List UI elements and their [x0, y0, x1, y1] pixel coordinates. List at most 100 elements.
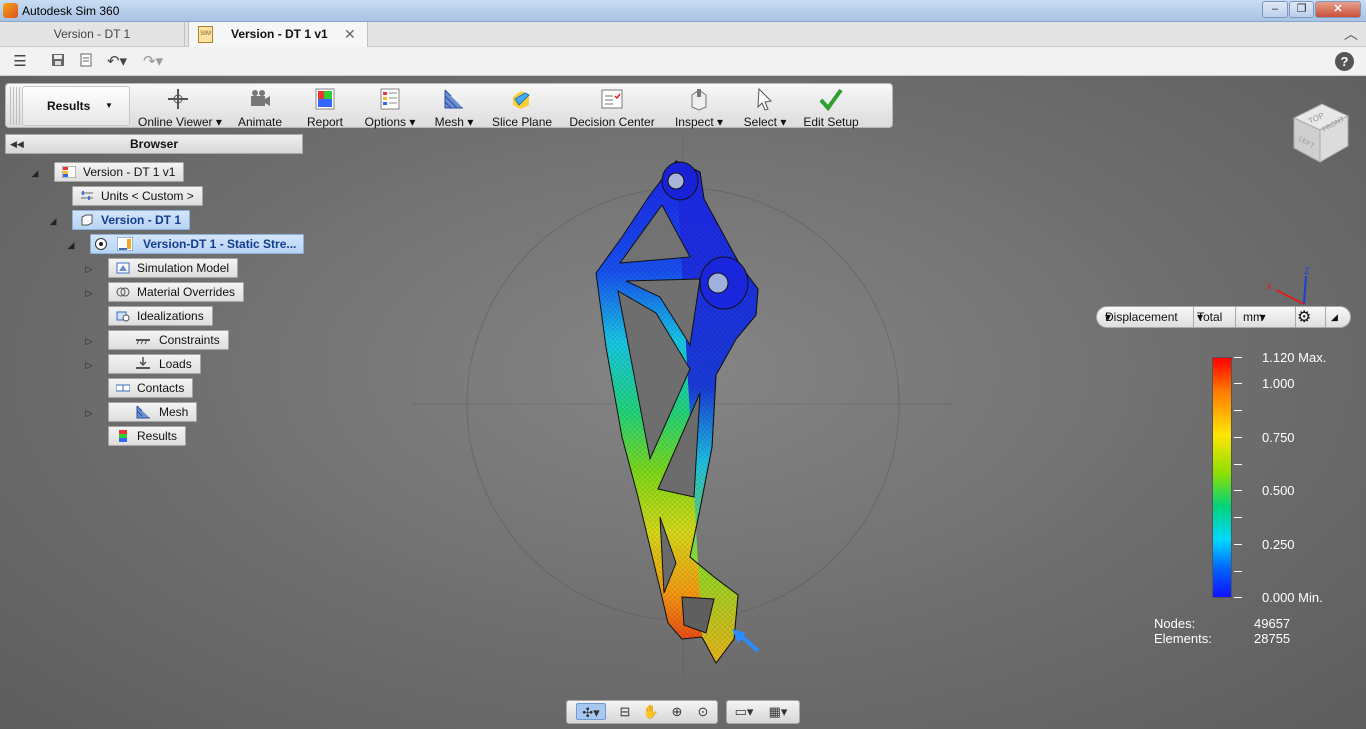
- save-as-icon[interactable]: [78, 53, 94, 71]
- fit-icon[interactable]: ⊙: [694, 703, 712, 720]
- tree-node-label: Idealizations: [137, 309, 204, 323]
- tab-close-icon[interactable]: ✕: [344, 22, 356, 46]
- inspect-label: Inspect: [674, 115, 714, 129]
- legend-tick: [1234, 571, 1242, 572]
- decision-center-button[interactable]: Decision Center: [568, 84, 656, 129]
- window-title: Autodesk Sim 360: [22, 4, 120, 18]
- select-icon: [757, 87, 773, 111]
- inspect-button[interactable]: Inspect ▾: [674, 84, 724, 129]
- gear-icon[interactable]: ⚙: [1297, 308, 1311, 328]
- ribbon-grip[interactable]: [10, 87, 20, 125]
- tab-label: Version - DT 1: [53, 27, 131, 41]
- constraints-icon: [136, 339, 150, 345]
- view-cube[interactable]: TOP LEFT FRONT: [1284, 96, 1354, 166]
- tree-node-results[interactable]: Results: [108, 426, 187, 446]
- tree-node-label: Mesh: [159, 405, 189, 419]
- orbit-icon[interactable]: ✣▾: [576, 703, 606, 720]
- legend-tick: [1234, 383, 1242, 384]
- expand-arrow-icon[interactable]: ▷: [84, 264, 94, 274]
- help-icon[interactable]: ?: [1335, 52, 1354, 71]
- collapse-arrow-icon[interactable]: ◢: [30, 168, 40, 178]
- tree-node-units[interactable]: Units < Custom >: [72, 186, 203, 206]
- maximize-button[interactable]: ❐: [1289, 1, 1314, 18]
- look-at-icon[interactable]: ⊟: [616, 703, 634, 720]
- animate-button[interactable]: Animate: [234, 84, 286, 129]
- mesh-icon: [444, 89, 463, 109]
- tab-version-dt1[interactable]: Version - DT 1: [0, 22, 185, 47]
- tree-node-study[interactable]: Version-DT 1 - Static Stre...: [90, 234, 304, 254]
- nodes-value: 49657: [1254, 616, 1291, 631]
- legend-max-label: 1.120 Max.: [1262, 350, 1327, 365]
- minimize-button[interactable]: –: [1262, 1, 1288, 18]
- select-button[interactable]: Select ▾: [742, 84, 788, 129]
- nodes-label: Nodes:: [1154, 616, 1196, 631]
- units-icon: [81, 191, 93, 200]
- navigation-bar: ✣▾ ⊟ ✋ ⊕ ⊙ ▭▾ ▦▾: [566, 700, 800, 724]
- result-type-value: Displacement: [1105, 310, 1178, 324]
- grid-settings-icon[interactable]: ▦▾: [764, 703, 792, 720]
- report-button[interactable]: Report: [302, 84, 348, 129]
- legend-tick: [1234, 544, 1242, 545]
- collapse-browser-icon[interactable]: ◀◀: [10, 135, 24, 153]
- x-axis-label: X: [1266, 282, 1272, 292]
- legend-label: 0.500: [1262, 483, 1295, 498]
- close-button[interactable]: ✕: [1315, 1, 1361, 18]
- tree-node-design[interactable]: Version - DT 1: [72, 210, 191, 230]
- undo-icon[interactable]: ↶▾: [104, 53, 130, 71]
- tree-node-constraints[interactable]: Constraints: [108, 330, 229, 350]
- options-button[interactable]: Options ▾: [362, 84, 418, 129]
- edit-setup-button[interactable]: Edit Setup: [802, 84, 860, 129]
- expand-arrow-icon[interactable]: ▷: [84, 288, 94, 298]
- bracket-part: [595, 160, 760, 664]
- decision-center-icon: [601, 89, 623, 109]
- tab-version-dt1-v1[interactable]: SIM Version - DT 1 v1 ✕: [188, 22, 368, 47]
- menu-icon[interactable]: ☰: [10, 53, 30, 71]
- tree-node-loads[interactable]: Loads: [108, 354, 201, 374]
- workspace-switcher[interactable]: Results ▼: [22, 86, 130, 126]
- mesh-button[interactable]: Mesh ▾: [434, 84, 474, 129]
- tab-label: Version - DT 1 v1: [231, 27, 328, 41]
- collapse-arrow-icon[interactable]: ◢: [48, 216, 58, 226]
- display-settings-icon[interactable]: ▭▾: [730, 703, 758, 720]
- expand-arrow-icon[interactable]: ▷: [84, 360, 94, 370]
- online-viewer-label: Online Viewer: [138, 115, 213, 129]
- pan-icon[interactable]: ✋: [642, 703, 660, 720]
- browser-header[interactable]: ◀◀ Browser: [5, 134, 303, 154]
- tree-node-mesh[interactable]: Mesh: [108, 402, 198, 422]
- collapse-legend-icon[interactable]: ◢: [1331, 307, 1338, 327]
- active-study-radio[interactable]: [95, 238, 107, 250]
- sim-file-icon: SIM: [198, 26, 213, 43]
- tree-node-label: Units < Custom >: [101, 189, 194, 203]
- legend-tick: [1234, 517, 1242, 518]
- legend-tick: [1234, 490, 1242, 491]
- tree-node-idealizations[interactable]: Idealizations: [108, 306, 213, 326]
- online-viewer-button[interactable]: Online Viewer ▾: [138, 84, 222, 129]
- axis-triad: Z X: [1262, 264, 1310, 310]
- tree-node-label: Material Overrides: [137, 285, 236, 299]
- design-icon: [81, 214, 93, 226]
- tree-node-root[interactable]: Version - DT 1 v1: [54, 162, 185, 182]
- tree-node-material-overrides[interactable]: Material Overrides: [108, 282, 245, 302]
- version-icon: [62, 166, 76, 178]
- tree-node-simulation-model[interactable]: Simulation Model: [108, 258, 239, 278]
- result-unit-dropdown[interactable]: mm ▾: [1243, 307, 1266, 327]
- zoom-icon[interactable]: ⊕: [668, 703, 686, 720]
- result-component-dropdown[interactable]: Total ▾: [1197, 307, 1222, 327]
- mesh-label: Mesh: [434, 115, 464, 129]
- slice-plane-button[interactable]: Slice Plane: [492, 84, 552, 129]
- collapse-arrow-icon[interactable]: ◢: [66, 240, 76, 250]
- chevron-up-icon[interactable]: ︿: [1344, 24, 1358, 44]
- workspace-label: Results: [47, 99, 91, 113]
- edit-setup-label: Edit Setup: [803, 115, 859, 129]
- expand-arrow-icon[interactable]: ▷: [84, 408, 94, 418]
- redo-icon[interactable]: ↷▾: [138, 53, 168, 71]
- report-label: Report: [306, 115, 344, 129]
- result-type-dropdown[interactable]: Displacement ▾: [1105, 307, 1178, 327]
- legend-label: 0.750: [1262, 430, 1295, 445]
- animate-label: Animate: [237, 115, 283, 129]
- legend-label: 0.250: [1262, 537, 1295, 552]
- expand-arrow-icon[interactable]: ▷: [84, 336, 94, 346]
- tree-node-contacts[interactable]: Contacts: [108, 378, 194, 398]
- report-icon: [315, 88, 335, 110]
- save-icon[interactable]: [50, 53, 66, 71]
